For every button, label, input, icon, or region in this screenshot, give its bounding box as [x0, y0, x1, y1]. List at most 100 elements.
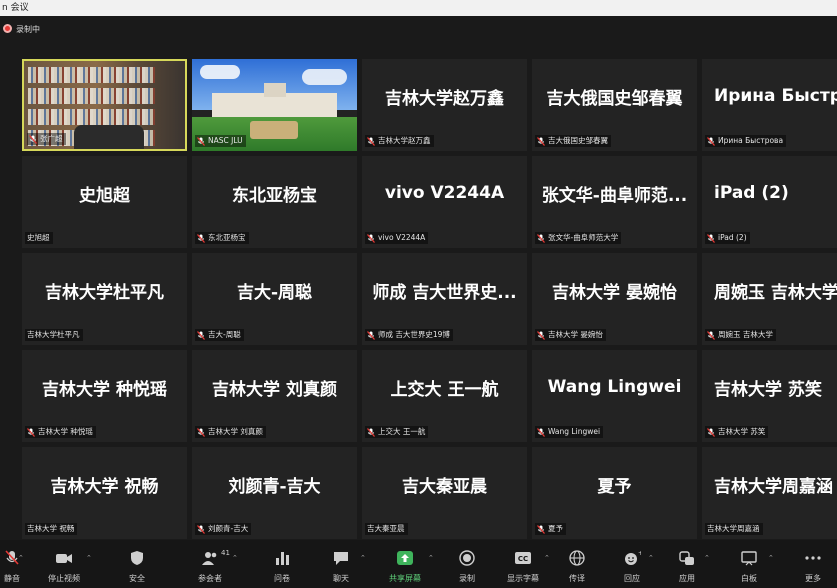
captions-button[interactable]: CC 显示字幕 [503, 540, 543, 588]
participant-name-text: 吉林大学 祝畅 [27, 524, 75, 533]
mic-muted-icon [367, 233, 375, 243]
participant-tile[interactable]: 吉林大学 晏婉怡 吉林大学 晏婉怡 [532, 253, 697, 345]
reactions-button[interactable]: + 回应 [614, 540, 650, 588]
mic-muted-icon [537, 136, 545, 146]
participant-display-name: 师成 吉大世界史... [372, 282, 517, 303]
bar-chart-icon [276, 552, 289, 565]
participant-tile[interactable]: 吉大-周聪 吉大-周聪 [192, 253, 357, 345]
participant-name-label: 吉大-周聪 [195, 329, 244, 341]
participants-button[interactable]: 41 参会者 [190, 540, 230, 588]
record-button[interactable]: 录制 [450, 540, 484, 588]
chevron-up-icon[interactable]: ⌃ [18, 554, 26, 562]
participant-name-label: 吉林大学周嘉涵 [705, 523, 763, 535]
share-screen-icon [397, 551, 413, 565]
chevron-up-icon[interactable]: ⌃ [704, 554, 712, 562]
chevron-up-icon[interactable]: ⌃ [232, 554, 240, 562]
stop-video-button[interactable]: 停止视频 [42, 540, 86, 588]
participant-name-label: iPad (2) [705, 232, 750, 244]
chevron-up-icon[interactable]: ⌃ [544, 554, 552, 562]
participant-display-name: Wang Lingwei [547, 377, 682, 397]
participant-name-label: vivo V2244A [365, 232, 429, 244]
participant-name-text: 周婉玉 吉林大学 [718, 330, 773, 339]
participant-tile[interactable]: Wang Lingwei Wang Lingwei [532, 350, 697, 442]
participant-name-label: Ирина Быстрова [705, 135, 787, 147]
chat-label: 聊天 [333, 574, 349, 583]
chat-button[interactable]: 聊天 [323, 540, 359, 588]
participants-count: 41 [221, 549, 230, 557]
participant-display-name: 夏予 [597, 476, 632, 497]
participant-name-label: 东北亚杨宝 [195, 232, 249, 244]
participant-name-text: 吉林大学 刘真颜 [208, 427, 263, 436]
participant-tile[interactable]: 吉大秦亚晨 吉大秦亚晨 [362, 447, 527, 539]
participant-tile[interactable]: 夏予 夏予 [532, 447, 697, 539]
participant-tile[interactable]: Ирина Быстро Ирина Быстрова [702, 59, 837, 151]
participant-tile[interactable]: 吉林大学 刘真颜 吉林大学 刘真颜 [192, 350, 357, 442]
recording-indicator[interactable]: 录制中 [0, 16, 837, 43]
security-button[interactable]: 安全 [120, 540, 154, 588]
participant-display-name: 吉大俄国史邹春翼 [546, 88, 683, 109]
chevron-up-icon[interactable]: ⌃ [428, 554, 436, 562]
participant-tile[interactable]: NASC JLU [192, 59, 357, 151]
participant-name-text: vivo V2244A [378, 233, 426, 242]
participant-tile[interactable]: 吉林大学 种悦瑶 吉林大学 种悦瑶 [22, 350, 187, 442]
interpretation-button[interactable]: 传译 [560, 540, 594, 588]
participant-tile[interactable]: 吉林大学杜平凡 吉林大学杜平凡 [22, 253, 187, 345]
participant-name-text: 吉林大学 苏笑 [718, 427, 766, 436]
mic-muted-icon [537, 524, 545, 534]
participant-tile[interactable]: 吉林大学 苏笑 吉林大学 苏笑 [702, 350, 837, 442]
mic-muted-icon [29, 134, 37, 144]
svg-text:CC: CC [518, 555, 528, 563]
participant-name-label: 张广超 [27, 133, 66, 145]
participant-name-text: NASC JLU [208, 136, 243, 145]
mic-muted-icon [197, 330, 205, 340]
participant-display-name: 吉林大学 苏笑 [714, 379, 822, 400]
whiteboard-label: 白板 [741, 574, 757, 583]
participant-tile[interactable]: 东北亚杨宝 东北亚杨宝 [192, 156, 357, 248]
more-button[interactable]: 更多 [796, 540, 830, 588]
participant-tile[interactable]: 吉林大学周嘉涵 吉林大学周嘉涵 [702, 447, 837, 539]
participant-tile[interactable]: 张文华-曲阜师范... 张文华-曲阜师范大学 [532, 156, 697, 248]
video-gallery: 张广超 NASC JLU 吉林大学赵万鑫 吉林大学赵万鑫 吉大俄国史邹春翼 吉大俄国史邹春… [0, 43, 837, 540]
mic-muted-icon [537, 427, 545, 437]
participant-name-label: 吉林大学赵万鑫 [365, 135, 434, 147]
captions-label: 显示字幕 [507, 574, 539, 583]
participant-name-text: Wang Lingwei [548, 427, 601, 436]
chevron-up-icon[interactable]: ⌃ [86, 554, 94, 562]
mic-muted-icon [707, 136, 715, 146]
participant-display-name: 吉林大学赵万鑫 [385, 88, 504, 109]
participant-tile[interactable]: 上交大 王一航 上交大 王一航 [362, 350, 527, 442]
participant-tile[interactable]: 吉林大学赵万鑫 吉林大学赵万鑫 [362, 59, 527, 151]
globe-icon [569, 550, 585, 566]
participant-tile[interactable]: iPad (2) iPad (2) [702, 156, 837, 248]
participant-tile[interactable]: 张广超 [22, 59, 187, 151]
participant-name-label: NASC JLU [195, 135, 246, 147]
mute-button[interactable]: 静音 [0, 540, 28, 588]
polls-button[interactable]: 问卷 [265, 540, 299, 588]
chevron-up-icon[interactable]: ⌃ [360, 554, 368, 562]
participant-name-text: 师成 吉大世界史19博 [378, 330, 450, 339]
apps-button[interactable]: 应用 [670, 540, 704, 588]
participant-tile[interactable]: 师成 吉大世界史... 师成 吉大世界史19博 [362, 253, 527, 345]
participant-name-text: 上交大 王一航 [378, 427, 426, 436]
participant-tile[interactable]: 吉林大学 祝畅 吉林大学 祝畅 [22, 447, 187, 539]
participant-name-label: 吉大俄国史邹春翼 [535, 135, 611, 147]
participant-name-label: 吉林大学杜平凡 [25, 329, 83, 341]
participant-display-name: 吉大秦亚晨 [402, 476, 487, 497]
whiteboard-button[interactable]: 白板 [730, 540, 768, 588]
participant-name-label: Wang Lingwei [535, 426, 604, 438]
smiley-plus-icon: + [625, 550, 641, 565]
participant-tile[interactable]: 周婉玉 吉林大学 周婉玉 吉林大学 [702, 253, 837, 345]
chevron-up-icon[interactable]: ⌃ [768, 554, 776, 562]
participant-tile[interactable]: 刘颜青-吉大 刘颜青-吉大 [192, 447, 357, 539]
share-screen-button[interactable]: 共享屏幕 [384, 540, 426, 588]
participant-tile[interactable]: 吉大俄国史邹春翼 吉大俄国史邹春翼 [532, 59, 697, 151]
participant-display-name: 吉林大学 种悦瑶 [42, 379, 167, 400]
mute-label: 静音 [4, 574, 20, 583]
participant-tile[interactable]: vivo V2244A vivo V2244A [362, 156, 527, 248]
participant-name-label: 吉大秦亚晨 [365, 523, 408, 535]
chevron-up-icon[interactable]: ⌃ [648, 554, 656, 562]
stop-video-label: 停止视频 [48, 574, 80, 583]
participant-name-text: 吉林大学 晏婉怡 [548, 330, 603, 339]
recording-label: 录制中 [16, 25, 40, 34]
participant-tile[interactable]: 史旭超 史旭超 [22, 156, 187, 248]
